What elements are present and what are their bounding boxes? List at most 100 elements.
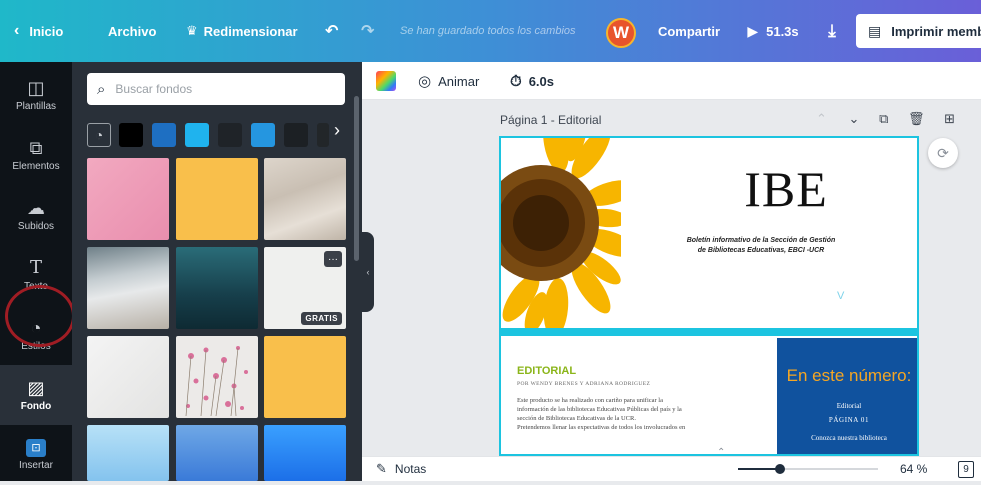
body-line: Pretendemos llenar las expectativas de t… bbox=[517, 424, 686, 431]
bottom-bar: ✎ Notas 64 % 9 bbox=[362, 456, 981, 481]
background-tile[interactable] bbox=[176, 158, 258, 240]
design-page[interactable]: IBE Boletín informativo de la Sección de… bbox=[499, 136, 919, 456]
search-placeholder: Buscar fondos bbox=[115, 82, 193, 96]
print-button[interactable]: ▤ Imprimir membr bbox=[856, 14, 981, 48]
file-label: Archivo bbox=[108, 23, 157, 39]
template-icon: ◫ bbox=[27, 78, 45, 98]
undo-icon: ↶ bbox=[325, 23, 339, 40]
play-button[interactable]: ▶ 51.3s bbox=[736, 14, 810, 48]
editorial-body: Este producto se ha realizado con cariño… bbox=[517, 396, 777, 432]
background-tile[interactable] bbox=[176, 247, 258, 329]
body-line: Este producto se ha realizado con cariño… bbox=[517, 397, 663, 404]
undo-button[interactable]: ↶ bbox=[325, 0, 338, 62]
free-badge: GRATIS bbox=[301, 312, 342, 325]
byline: POR WENDY BRENES Y ADRIANA RODRIGUEZ bbox=[517, 381, 651, 387]
background-tile[interactable] bbox=[176, 336, 258, 418]
file-menu[interactable]: Archivo bbox=[108, 0, 156, 62]
rail-item-templates[interactable]: ◫ Plantillas bbox=[0, 65, 72, 125]
download-button[interactable]: ⤓ bbox=[815, 14, 849, 48]
rail-label: Elementos bbox=[12, 161, 60, 172]
animate-button[interactable]: ◎ Animar bbox=[418, 62, 479, 100]
rail-item-elements[interactable]: ⧉ Elementos bbox=[0, 125, 72, 185]
duration-label: 6.0s bbox=[528, 73, 555, 89]
document-subtitle: Boletín informativo de la Sección de Ges… bbox=[651, 236, 871, 256]
contents-heading: En este número: bbox=[786, 366, 912, 385]
rail-item-embed[interactable]: ⊡ Insertar bbox=[0, 425, 72, 485]
background-tile[interactable] bbox=[264, 425, 346, 481]
background-tile[interactable]: ··· GRATIS bbox=[264, 247, 346, 329]
page-count[interactable]: 9 bbox=[958, 461, 974, 478]
contents-item: Editorial bbox=[836, 402, 862, 410]
zoom-slider-knob[interactable] bbox=[775, 464, 785, 474]
background-tile[interactable] bbox=[87, 247, 169, 329]
panel-scrollbar[interactable] bbox=[354, 96, 359, 261]
background-tile[interactable] bbox=[176, 425, 258, 481]
palette-icon: ◔ bbox=[94, 127, 104, 143]
user-avatar[interactable]: W bbox=[606, 18, 636, 48]
flowers-illustration bbox=[185, 346, 248, 417]
background-tile[interactable] bbox=[264, 158, 346, 240]
color-swatch[interactable] bbox=[152, 123, 176, 147]
chevron-left-icon: ‹ bbox=[14, 22, 20, 39]
color-swatch[interactable] bbox=[119, 123, 143, 147]
chevron-up-icon[interactable]: ⌃ bbox=[816, 111, 827, 126]
rail-label: Plantillas bbox=[15, 101, 57, 112]
duration-button[interactable]: ⏱ 6.0s bbox=[510, 62, 554, 100]
zoom-slider-fill bbox=[738, 468, 780, 470]
search-input[interactable]: ⌕ Buscar fondos bbox=[87, 73, 345, 105]
rail-label: Insertar bbox=[19, 460, 53, 471]
color-swatch[interactable] bbox=[284, 123, 308, 147]
contents-box: En este número: Editorial PÁGINA 01 Cono… bbox=[777, 338, 917, 454]
page-label: Página 1 - Editorial bbox=[500, 113, 602, 127]
background-tile[interactable] bbox=[87, 158, 169, 240]
notes-button[interactable]: ✎ Notas bbox=[376, 457, 426, 481]
color-gradient-icon[interactable] bbox=[376, 71, 396, 91]
collapse-panel-button[interactable]: ‹ bbox=[362, 232, 374, 312]
back-button[interactable]: ‹ Inicio bbox=[14, 0, 63, 62]
color-swatch[interactable] bbox=[317, 123, 329, 147]
color-picker-swatch[interactable]: ◔ bbox=[87, 123, 111, 147]
resize-label: Redimensionar bbox=[203, 23, 298, 39]
zoom-slider[interactable] bbox=[738, 464, 878, 474]
add-page-icon[interactable]: ⊞ bbox=[944, 111, 955, 126]
resize-button[interactable]: ♛ Redimensionar bbox=[186, 0, 298, 62]
more-options-icon[interactable]: ··· bbox=[324, 251, 342, 267]
background-tile[interactable] bbox=[87, 425, 169, 481]
swatch-next-chevron-icon[interactable]: › bbox=[334, 120, 340, 141]
highlight-circle bbox=[5, 285, 75, 347]
side-rail: ◫ Plantillas ⧉ Elementos ☁ Subidos T Tex… bbox=[0, 62, 72, 481]
chevron-down-icon[interactable]: ⌄ bbox=[849, 111, 860, 126]
color-swatch[interactable] bbox=[251, 123, 275, 147]
sunflower-image bbox=[501, 138, 621, 328]
background-tile[interactable] bbox=[264, 336, 346, 418]
chevron-up-icon[interactable]: ⌃ bbox=[717, 447, 725, 456]
body-line: información de las bibliotecas Educativa… bbox=[517, 406, 682, 413]
print-label: Imprimir membr bbox=[891, 23, 981, 39]
color-swatch[interactable] bbox=[185, 123, 209, 147]
context-toolbar: ◎ Animar ⏱ 6.0s bbox=[362, 62, 981, 100]
backgrounds-panel: ⌕ Buscar fondos ◔ › ··· GRATIS bbox=[72, 62, 362, 481]
chevron-down-icon: V bbox=[837, 290, 845, 302]
zoom-percent: 64 % bbox=[900, 462, 928, 476]
page-tools: ⌃ ⌄ ⧉ 🗑 ⊞ bbox=[816, 111, 955, 127]
canvas-area: Página 1 - Editorial ⌃ ⌄ ⧉ 🗑 ⊞ IBE Bolet… bbox=[374, 100, 981, 456]
rail-item-uploads[interactable]: ☁ Subidos bbox=[0, 185, 72, 245]
timer-icon: ⏱ bbox=[510, 72, 522, 90]
background-tile[interactable] bbox=[87, 336, 169, 418]
share-button[interactable]: Compartir bbox=[644, 14, 734, 48]
color-swatch[interactable] bbox=[218, 123, 242, 147]
delete-page-icon[interactable]: 🗑 bbox=[908, 111, 925, 126]
refresh-icon[interactable]: ⟳ bbox=[928, 138, 958, 168]
rail-item-background[interactable]: ▨ Fondo bbox=[0, 365, 72, 425]
chevron-left-icon: ‹ bbox=[366, 267, 370, 277]
subtitle-line: de Bibliotecas Educativas, EBCI -UCR bbox=[697, 247, 825, 254]
document-icon: ▤ bbox=[868, 22, 882, 39]
redo-button[interactable]: ↷ bbox=[361, 0, 374, 62]
cyan-divider bbox=[501, 328, 917, 336]
duplicate-page-icon[interactable]: ⧉ bbox=[879, 111, 888, 126]
upload-icon: ☁ bbox=[27, 198, 45, 218]
animate-icon: ◎ bbox=[418, 73, 432, 90]
redo-icon: ↷ bbox=[361, 23, 375, 40]
search-icon: ⌕ bbox=[97, 80, 106, 98]
subtitle-line: Boletín informativo de la Sección de Ges… bbox=[686, 237, 836, 244]
